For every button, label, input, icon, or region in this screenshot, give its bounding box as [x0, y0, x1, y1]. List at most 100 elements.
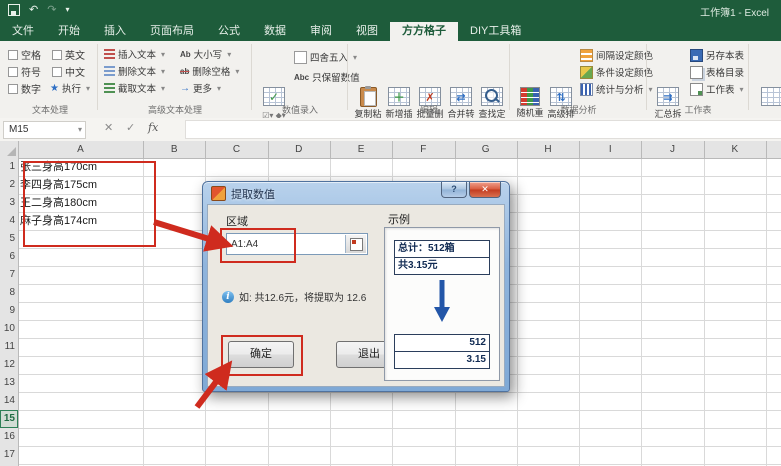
- checkbox-chinese[interactable]: 中文: [52, 64, 85, 79]
- checkbox-icon: [8, 50, 18, 60]
- enter-icon[interactable]: ✓: [126, 121, 135, 134]
- redo-button[interactable]: ↷: [47, 3, 56, 16]
- undo-button[interactable]: ↶: [29, 3, 38, 16]
- cancel-icon[interactable]: ✕: [104, 121, 113, 134]
- sheet-icon: [690, 83, 703, 96]
- condition-color-button[interactable]: 条件设定颜色: [580, 65, 653, 79]
- remove-spaces-icon: ab: [180, 67, 189, 76]
- select-all-corner[interactable]: [0, 141, 18, 158]
- region-input[interactable]: [227, 234, 353, 254]
- tab-home[interactable]: 开始: [46, 22, 92, 41]
- column-header-E[interactable]: E: [330, 141, 392, 158]
- excel-window: ↶ ↷ ▾ 工作簿1 - Excel 文件开始插入页面布局公式数据审阅视图方方格…: [0, 0, 781, 466]
- clipped-ribbon-button[interactable]: [756, 86, 781, 107]
- save-as-sheet-button[interactable]: 另存本表: [690, 48, 744, 62]
- column-header-H[interactable]: H: [517, 141, 579, 158]
- column-header-A[interactable]: A: [18, 141, 143, 158]
- row-header-5[interactable]: 5: [0, 230, 18, 248]
- worksheet-button[interactable]: 工作表: [690, 82, 744, 96]
- tab-review[interactable]: 审阅: [298, 22, 344, 41]
- tab-view[interactable]: 视图: [344, 22, 390, 41]
- formula-input[interactable]: [185, 120, 781, 139]
- name-box[interactable]: M15▾: [3, 121, 86, 139]
- checkbox-icon: [8, 84, 18, 94]
- tab-file[interactable]: 文件: [0, 22, 46, 41]
- tab-insert[interactable]: 插入: [92, 22, 138, 41]
- info-icon: i: [222, 291, 234, 303]
- row-header-17[interactable]: 17: [0, 446, 18, 464]
- dialog-help-button[interactable]: ?: [441, 182, 467, 198]
- checkbox-space[interactable]: 空格: [8, 47, 41, 62]
- row-header-16[interactable]: 16: [0, 428, 18, 446]
- column-header-I[interactable]: I: [579, 141, 641, 158]
- column-header-B[interactable]: B: [143, 141, 205, 158]
- delete-text-icon: [104, 66, 115, 77]
- interval-color-button[interactable]: 间隔设定颜色: [580, 48, 653, 62]
- ribbon: 空格 符号 数字 英文 中文 ★执行 文本处理 插入文本 删除文本 截取文本 A…: [0, 41, 781, 119]
- checkbox-symbol[interactable]: 符号: [8, 64, 41, 79]
- abc-icon: Abc: [294, 73, 309, 82]
- row-header-13[interactable]: 13: [0, 374, 18, 392]
- insert-function-icon[interactable]: fx: [148, 121, 158, 134]
- column-header-K[interactable]: K: [704, 141, 766, 158]
- row-header-3[interactable]: 3: [0, 194, 18, 212]
- dialog-icon: [211, 186, 226, 201]
- tab-page-layout[interactable]: 页面布局: [138, 22, 206, 41]
- keep-number-button[interactable]: Abc只保留数值: [294, 70, 360, 84]
- column-header-J[interactable]: J: [641, 141, 703, 158]
- tab-formulas[interactable]: 公式: [206, 22, 252, 41]
- ok-button[interactable]: 确定: [228, 341, 294, 368]
- delete-text-button[interactable]: 删除文本: [104, 64, 165, 78]
- name-box-dropdown-icon[interactable]: ▾: [78, 122, 82, 138]
- row-header-14[interactable]: 14: [0, 392, 18, 410]
- row-header-10[interactable]: 10: [0, 320, 18, 338]
- remove-spaces-button[interactable]: ab删除空格: [180, 64, 239, 78]
- row-header-7[interactable]: 7: [0, 266, 18, 284]
- row-header-9[interactable]: 9: [0, 302, 18, 320]
- round-icon: [294, 51, 307, 64]
- statistics-button[interactable]: 统计与分析: [580, 82, 653, 96]
- more-button[interactable]: →更多: [180, 81, 221, 95]
- tab-data[interactable]: 数据: [252, 22, 298, 41]
- condition-color-icon: [580, 66, 593, 79]
- dialog-close-button[interactable]: ✕: [469, 182, 501, 198]
- qat-customize-button[interactable]: ▾: [65, 5, 69, 14]
- row-header-2[interactable]: 2: [0, 176, 18, 194]
- row-header-11[interactable]: 11: [0, 338, 18, 356]
- example-result-row: 512: [395, 335, 489, 351]
- range-picker-button[interactable]: [345, 235, 366, 253]
- ribbon-tab-bar: 文件开始插入页面布局公式数据审阅视图方方格子DIY工具箱 告诉我您想要做什么..…: [0, 22, 781, 41]
- row-header-12[interactable]: 12: [0, 356, 18, 374]
- column-header-C[interactable]: C: [205, 141, 267, 158]
- row-header-6[interactable]: 6: [0, 248, 18, 266]
- checkbox-english[interactable]: 英文: [52, 47, 85, 62]
- row-header-1[interactable]: 1: [0, 158, 18, 176]
- example-source-row: 共3.15元: [395, 257, 489, 274]
- column-header-G[interactable]: G: [455, 141, 517, 158]
- group-label: 编辑: [350, 103, 508, 116]
- hint-row: i 如: 共12.6元，将提取为 12.6: [222, 289, 366, 304]
- table-directory-button[interactable]: 表格目录: [690, 65, 744, 79]
- row-header-8[interactable]: 8: [0, 284, 18, 302]
- cell-A2[interactable]: 李四身高175cm: [20, 176, 141, 194]
- extract-text-icon: [104, 83, 115, 94]
- row-header-4[interactable]: 4: [0, 212, 18, 230]
- group-label: 文本处理: [4, 103, 96, 116]
- case-button[interactable]: Ab大小写: [180, 47, 231, 61]
- row-header-15[interactable]: 15: [0, 410, 18, 428]
- group-label: 高级文本处理: [100, 103, 250, 116]
- insert-text-button[interactable]: 插入文本: [104, 47, 165, 61]
- save-icon[interactable]: [8, 4, 20, 16]
- group-divider: [97, 44, 98, 110]
- cell-A4[interactable]: 麻子身高174cm: [20, 212, 141, 230]
- checkbox-digit[interactable]: 数字: [8, 81, 41, 96]
- tab-ffcell[interactable]: 方方格子: [390, 22, 458, 41]
- execute-button[interactable]: ★执行: [50, 81, 90, 95]
- column-header-D[interactable]: D: [268, 141, 330, 158]
- extract-text-button[interactable]: 截取文本: [104, 81, 165, 95]
- cell-A3[interactable]: 王二身高180cm: [20, 194, 141, 212]
- cell-A1[interactable]: 张三身高170cm: [20, 158, 141, 176]
- column-header-F[interactable]: F: [392, 141, 454, 158]
- dialog-title-bar[interactable]: 提取数值: [211, 186, 275, 201]
- tab-diy-toolbox[interactable]: DIY工具箱: [458, 22, 533, 41]
